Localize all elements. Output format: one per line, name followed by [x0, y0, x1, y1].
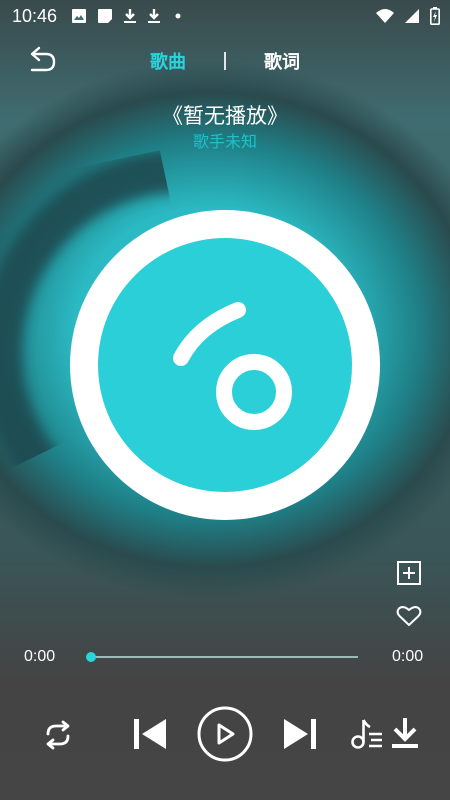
- tab-bar: 歌曲 歌词: [150, 48, 300, 74]
- download-icon: [148, 9, 161, 23]
- disc-face: [98, 238, 352, 492]
- artist-name: 歌手未知: [192, 132, 257, 151]
- back-arrow-icon: [30, 46, 56, 72]
- progress-knob[interactable]: [86, 652, 96, 662]
- progress-row: 0:00 0:00: [0, 646, 450, 668]
- current-time: 0:00: [24, 648, 56, 665]
- album-disc: [70, 210, 380, 520]
- note-icon: [98, 9, 113, 23]
- image-icon: [72, 9, 87, 23]
- status-bar: 10:46: [0, 0, 450, 32]
- favorite-icon[interactable]: [396, 604, 422, 628]
- play-icon[interactable]: [196, 705, 254, 763]
- wifi-icon: [376, 9, 394, 23]
- playback-controls: [0, 700, 450, 770]
- status-time: 10:46: [12, 5, 58, 26]
- download-icon[interactable]: [389, 716, 421, 750]
- playlist-icon[interactable]: [350, 718, 384, 750]
- tab-lyrics[interactable]: 歌词: [264, 48, 300, 74]
- song-title: 《暂无播放》: [162, 104, 288, 128]
- repeat-icon[interactable]: [40, 720, 76, 750]
- tab-divider: [224, 52, 226, 70]
- download-icon: [124, 9, 137, 23]
- top-bar: 歌曲 歌词: [0, 40, 450, 84]
- tab-song[interactable]: 歌曲: [150, 48, 186, 74]
- back-button[interactable]: [24, 44, 60, 80]
- disc-icon: [173, 302, 292, 430]
- progress-track[interactable]: [90, 656, 358, 658]
- next-icon[interactable]: [282, 716, 318, 752]
- battery-charging-icon: [430, 7, 440, 25]
- add-to-playlist-icon[interactable]: [396, 560, 422, 586]
- signal-icon: [405, 9, 419, 23]
- dot-icon: [175, 13, 181, 19]
- side-actions: [396, 560, 422, 628]
- previous-icon[interactable]: [132, 716, 168, 752]
- total-time: 0:00: [392, 648, 424, 665]
